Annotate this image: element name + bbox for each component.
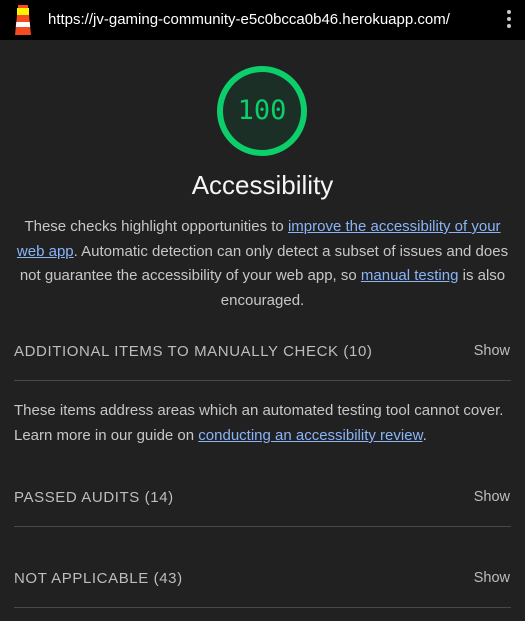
show-button-passed[interactable]: Show — [474, 489, 510, 505]
group-title-manual: ADDITIONAL ITEMS TO MANUALLY CHECK (10) — [14, 343, 373, 360]
lighthouse-icon — [15, 5, 31, 35]
accessibility-review-link[interactable]: conducting an accessibility review — [198, 427, 422, 444]
group-header-not-applicable[interactable]: NOT APPLICABLE (43) Show — [14, 570, 511, 594]
manual-testing-link[interactable]: manual testing — [361, 267, 459, 284]
show-button-not-applicable[interactable]: Show — [474, 570, 510, 586]
category-description: These checks highlight opportunities to … — [16, 218, 509, 309]
group-header-passed[interactable]: PASSED AUDITS (14) Show — [14, 489, 511, 513]
divider — [14, 607, 511, 608]
category-title: Accessibility — [191, 170, 334, 200]
score-value: 100 — [237, 95, 287, 126]
kebab-menu-icon[interactable] — [501, 10, 517, 32]
group-title-passed: PASSED AUDITS (14) — [14, 489, 174, 506]
divider — [14, 380, 511, 381]
browser-top-bar: https://jv-gaming-community-e5c0bcca0b46… — [0, 0, 525, 40]
group-description-manual: These items address areas which an autom… — [14, 402, 504, 444]
group-header-manual[interactable]: ADDITIONAL ITEMS TO MANUALLY CHECK (10) … — [14, 343, 511, 367]
divider — [14, 526, 511, 527]
group-title-not-applicable: NOT APPLICABLE (43) — [14, 570, 183, 587]
page-url[interactable]: https://jv-gaming-community-e5c0bcca0b46… — [48, 11, 450, 28]
show-button-manual[interactable]: Show — [474, 343, 510, 359]
